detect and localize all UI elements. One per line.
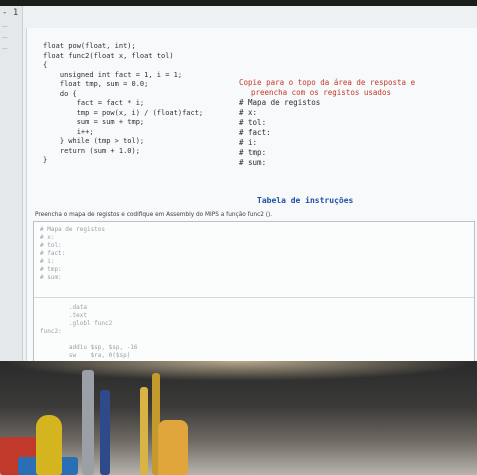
question-number[interactable]: - 1 (0, 6, 22, 20)
code-line: { (43, 61, 48, 69)
question-card: float pow(float, int); float func2(float … (26, 28, 477, 361)
register-template-line: # tol: (239, 118, 267, 127)
left-navigation-pane: - 1 ... ... ... (0, 6, 23, 361)
sidebar-line-1: ... (2, 22, 8, 29)
lego-figure (158, 420, 188, 475)
code-line: return (sum + 1.0); (43, 146, 140, 155)
code-line: } (43, 156, 48, 164)
register-template-line: # i: (239, 138, 258, 147)
code-line: tmp = pow(x, i) / (float)fact; (43, 108, 204, 117)
code-line: unsigned int fact = 1, i = 1; (43, 70, 183, 79)
instruction-line-1: Copie para o topo da área de resposta e (239, 78, 416, 87)
code-line: i++; (43, 127, 94, 136)
answer-text-area[interactable]: # Mapa de registos # x: # tol: # fact: #… (33, 221, 475, 361)
answer-divider (34, 297, 474, 298)
code-line: do { (43, 89, 77, 98)
pen (100, 390, 110, 475)
screen: - 1 ... ... ... float pow(float, int); fl… (0, 6, 477, 361)
question-prompt: Preencha o mapa de registos e codifique … (35, 212, 273, 218)
code-line: float func2(float x, float tol) (43, 51, 174, 60)
sidebar-line-3: ... (2, 44, 8, 51)
code-line: } while (tmp > tol); (43, 137, 145, 145)
desk-items (0, 368, 260, 475)
yellow-item (36, 415, 62, 475)
instruction-line-2: preencha com os registos usados (251, 88, 391, 97)
register-template-line: # x: (239, 108, 258, 117)
copy-instructions: Copie para o topo da área de resposta e … (239, 78, 469, 168)
code-line: sum = sum + tmp; (43, 118, 145, 126)
register-template-line: # Mapa de registos (239, 98, 321, 107)
pen (82, 370, 94, 475)
pencil (140, 387, 148, 475)
sidebar-line-2: ... (2, 33, 8, 40)
code-line: fact = fact * i; (43, 99, 145, 107)
answer-assembly-code: .data .text .globl func2 func2: addiu $s… (40, 304, 138, 361)
c-code-listing: float pow(float, int); float func2(float … (43, 42, 203, 166)
register-template-line: # fact: (239, 128, 271, 137)
register-template-line: # tmp: (239, 148, 267, 157)
register-template-line: # sum: (239, 158, 267, 167)
code-line: float tmp, sum = 0.0; (43, 80, 149, 88)
code-line: float pow(float, int); (43, 42, 136, 50)
answer-register-map: # Mapa de registos # x: # tol: # fact: #… (40, 226, 106, 281)
instruction-table-link[interactable]: Tabela de instruções (257, 196, 353, 205)
